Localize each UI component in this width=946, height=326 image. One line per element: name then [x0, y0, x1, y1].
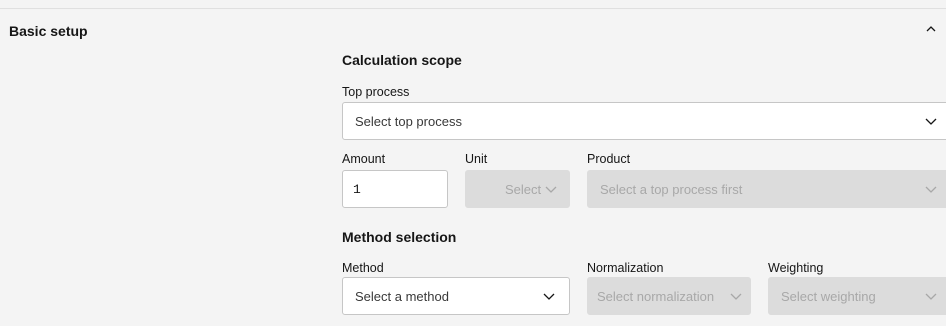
unit-label: Unit: [465, 152, 488, 166]
method-selection-heading: Method selection: [342, 229, 457, 245]
method-select[interactable]: Select a method: [342, 277, 570, 315]
chevron-down-icon: [925, 186, 937, 193]
chevron-down-icon: [545, 186, 557, 193]
product-label: Product: [587, 152, 631, 166]
weighting-label: Weighting: [768, 261, 824, 275]
chevron-down-icon: [730, 293, 742, 300]
product-select: Select a top process first: [587, 170, 946, 208]
normalization-select: Select normalization: [587, 277, 751, 315]
method-placeholder: Select a method: [355, 288, 449, 304]
panel-title[interactable]: Basic setup: [9, 22, 88, 40]
basic-setup-panel: Basic setup Calculation scope Top proces…: [0, 0, 946, 326]
top-process-label: Top process: [342, 85, 410, 99]
normalization-label: Normalization: [587, 261, 664, 275]
chevron-down-icon: [543, 293, 555, 300]
chevron-down-icon: [925, 118, 937, 125]
weighting-placeholder: Select weighting: [781, 288, 876, 304]
method-label: Method: [342, 261, 384, 275]
amount-label: Amount: [342, 152, 386, 166]
chevron-up-icon[interactable]: [924, 22, 938, 36]
product-placeholder: Select a top process first: [600, 181, 743, 197]
amount-input[interactable]: [342, 170, 448, 208]
weighting-select: Select weighting: [768, 277, 946, 315]
unit-select: Select: [465, 170, 570, 208]
top-process-placeholder: Select top process: [355, 113, 462, 129]
panel-top-divider: [0, 8, 946, 9]
chevron-down-icon: [925, 293, 937, 300]
top-process-select[interactable]: Select top process: [342, 102, 946, 140]
unit-placeholder: Select: [505, 181, 542, 197]
calculation-scope-heading: Calculation scope: [342, 52, 462, 68]
normalization-placeholder: Select normalization: [597, 288, 715, 304]
